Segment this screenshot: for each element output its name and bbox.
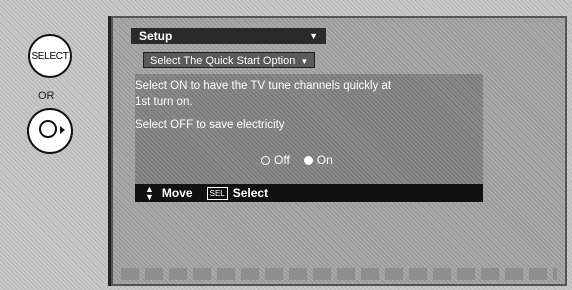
radio-on-icon <box>303 155 313 165</box>
bottom-decorative-strip <box>121 268 557 280</box>
select-button[interactable]: SELECT <box>28 34 72 78</box>
move-label: Move <box>161 186 193 200</box>
remote-controls: SELECT OR <box>0 0 100 290</box>
quick-start-option-tab[interactable]: Select The Quick Start Option ▼ <box>143 52 316 68</box>
ring-icon <box>39 120 57 138</box>
menu-tab-label: Setup <box>139 29 173 43</box>
option-off-label: Off <box>274 153 290 167</box>
option-on[interactable]: On <box>303 153 333 167</box>
chevron-down-icon: ▼ <box>300 57 309 66</box>
navigation-button[interactable] <box>27 108 73 154</box>
tv-screen: Setup ▼ Select The Quick Start Option ▼ … <box>108 16 567 286</box>
option-off[interactable]: Off <box>261 153 290 167</box>
quick-start-option-label: Select The Quick Start Option <box>150 55 296 67</box>
radio-off-icon <box>261 155 270 165</box>
message-line-2: 1st turn on. <box>135 96 193 108</box>
up-down-arrows-icon: ▲ ▼ <box>145 184 154 202</box>
or-label: OR <box>38 90 55 102</box>
sel-key-icon: SEL <box>206 186 228 200</box>
select-button-label: SELECT <box>31 50 69 62</box>
chevron-down-icon: ▼ <box>309 31 318 41</box>
select-label: Select <box>232 186 269 200</box>
option-group: Off On <box>261 153 333 167</box>
message-line-3: Select OFF to save electricity <box>135 119 285 131</box>
option-on-label: On <box>316 153 333 167</box>
menu-tab-setup[interactable]: Setup ▼ <box>131 28 326 44</box>
message-line-1: Select ON to have the TV tune channels q… <box>135 80 392 92</box>
help-bar: ▲ ▼ Move SEL Select <box>135 184 483 202</box>
right-arrow-icon <box>60 126 65 134</box>
